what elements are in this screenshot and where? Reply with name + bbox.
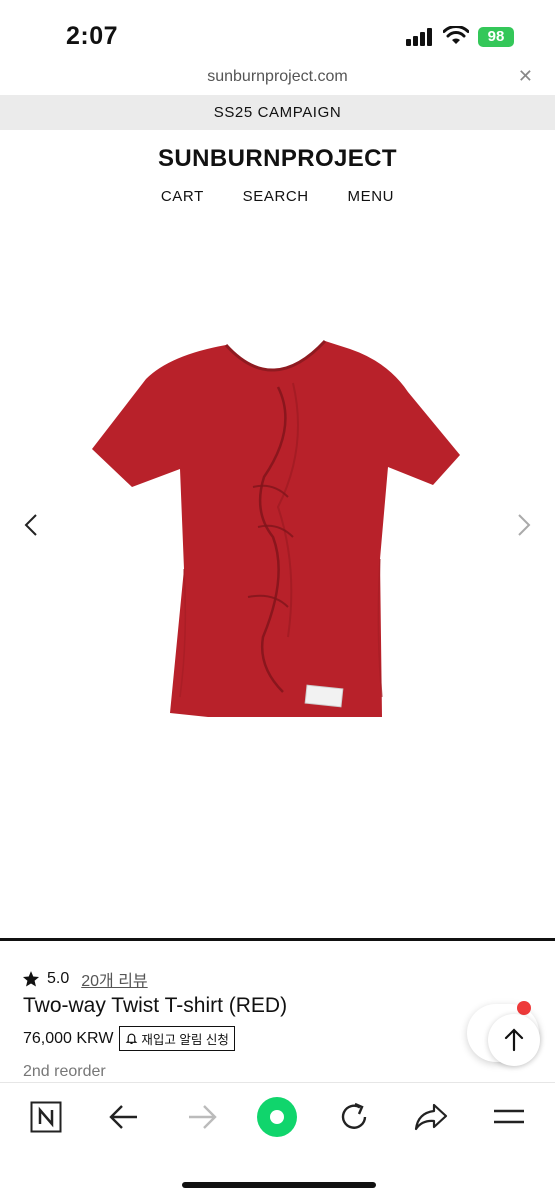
- address-bar[interactable]: sunburnproject.com ✕: [0, 62, 555, 94]
- home-indicator: [182, 1182, 376, 1188]
- status-bar: 2:07 98: [0, 0, 555, 62]
- chevron-left-icon[interactable]: [24, 513, 38, 537]
- arrow-up-icon: [504, 1028, 524, 1052]
- product-carousel: [0, 235, 555, 935]
- close-icon[interactable]: ✕: [518, 66, 533, 87]
- battery-level: 98: [487, 28, 505, 45]
- battery-indicator: 98: [478, 27, 514, 47]
- campaign-banner[interactable]: SS25 CAMPAIGN: [0, 95, 555, 130]
- site-logo[interactable]: SUNBURNPROJECT: [0, 145, 555, 173]
- bell-icon: [126, 1033, 138, 1044]
- clock: 2:07: [66, 22, 119, 50]
- product-price: 76,000 KRW: [23, 1029, 114, 1047]
- restock-notify-button[interactable]: 재입고 알림 신청: [119, 1026, 235, 1051]
- wifi-icon: [443, 26, 469, 44]
- rating: 5.0 20개 리뷰: [22, 967, 148, 991]
- naver-icon[interactable]: [30, 1101, 62, 1133]
- section-divider: [0, 938, 555, 941]
- restock-notify-label: 재입고 알림 신청: [141, 1033, 229, 1047]
- star-icon: [22, 971, 40, 987]
- nav-cart[interactable]: CART: [161, 188, 204, 205]
- nav-search[interactable]: SEARCH: [243, 188, 309, 205]
- signal-icon: [406, 28, 432, 46]
- notification-dot: [517, 1001, 531, 1015]
- url-text[interactable]: sunburnproject.com: [0, 68, 555, 86]
- nav-menu[interactable]: MENU: [348, 188, 395, 205]
- product-name: Two-way Twist T-shirt (RED): [23, 994, 288, 1017]
- reorder-note: 2nd reorder: [23, 1063, 106, 1080]
- price-row: 76,000 KRW 재입고 알림 신청: [23, 1026, 235, 1051]
- forward-icon[interactable]: [186, 1103, 218, 1131]
- green-dot-icon[interactable]: [256, 1096, 298, 1138]
- reviews-link[interactable]: 20개 리뷰: [81, 967, 147, 991]
- rating-value: 5.0: [47, 970, 70, 987]
- chevron-right-icon[interactable]: [517, 513, 531, 537]
- product-image: [92, 339, 460, 717]
- back-icon[interactable]: [108, 1103, 140, 1131]
- site-nav: CART SEARCH MENU: [0, 188, 555, 205]
- scroll-top-button[interactable]: [488, 1014, 540, 1066]
- reload-icon[interactable]: [338, 1101, 370, 1133]
- menu-icon[interactable]: [493, 1107, 525, 1127]
- share-icon[interactable]: [414, 1103, 448, 1131]
